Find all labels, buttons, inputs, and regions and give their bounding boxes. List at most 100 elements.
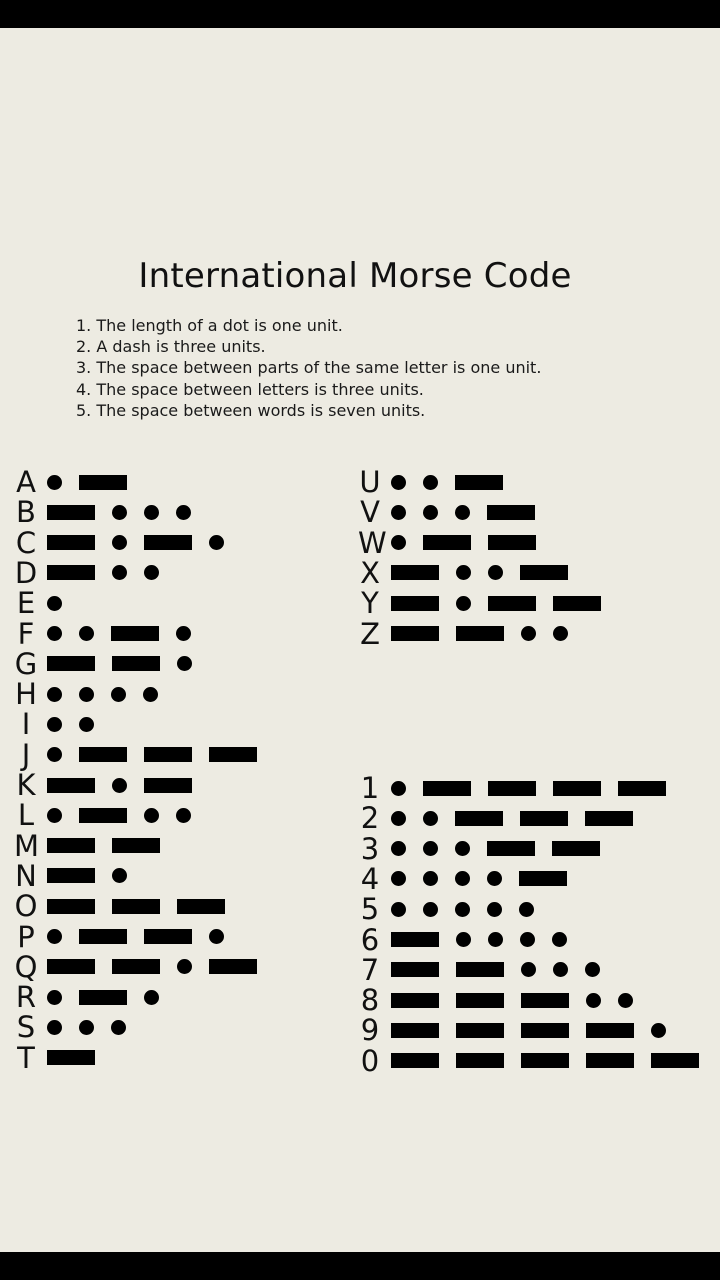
morse-symbols xyxy=(47,777,209,793)
number-row-4: 4 xyxy=(358,864,584,894)
morse-dash xyxy=(47,868,95,884)
number-label: 2 xyxy=(360,801,380,836)
morse-symbols xyxy=(391,780,683,796)
letter-label: A xyxy=(16,465,36,499)
morse-symbols xyxy=(47,716,111,732)
morse-dash xyxy=(455,474,503,490)
morse-dash xyxy=(456,626,504,641)
letter-row-n: N xyxy=(14,861,144,891)
morse-dot xyxy=(209,929,224,944)
morse-dash xyxy=(487,841,535,857)
letter-label: P xyxy=(17,919,35,954)
morse-dot xyxy=(488,932,503,947)
morse-dot xyxy=(455,871,470,887)
top-black-bar xyxy=(0,0,720,28)
number-label: 9 xyxy=(360,1013,380,1048)
morse-symbols xyxy=(47,747,274,763)
morse-dash xyxy=(209,747,257,763)
morse-dot xyxy=(112,504,127,520)
morse-dash xyxy=(79,989,127,1005)
morse-dash xyxy=(553,780,601,796)
letter-label: C xyxy=(15,525,37,560)
morse-dash xyxy=(47,504,95,520)
morse-dot xyxy=(651,1022,666,1038)
morse-dot xyxy=(519,901,534,917)
letter-row-a: A xyxy=(14,467,144,497)
morse-symbols xyxy=(47,989,176,1005)
number-label: 4 xyxy=(360,861,380,896)
morse-symbols xyxy=(391,992,650,1008)
morse-dash xyxy=(47,838,95,854)
letter-row-g: G xyxy=(14,649,209,679)
morse-dash xyxy=(79,474,127,490)
morse-dash xyxy=(488,535,536,551)
morse-symbols xyxy=(391,565,585,581)
rule-number: 2. xyxy=(76,337,92,357)
letter-label: E xyxy=(16,586,36,621)
morse-symbols xyxy=(47,929,241,944)
morse-dash xyxy=(47,959,95,975)
letter-label: S xyxy=(16,1010,36,1045)
morse-dot xyxy=(79,686,94,702)
morse-dash xyxy=(520,565,568,581)
letter-label: N xyxy=(15,858,37,893)
number-label: 1 xyxy=(360,771,380,805)
morse-dot xyxy=(79,716,94,732)
morse-dot xyxy=(423,504,438,520)
rule-item: 3. The space between parts of the same l… xyxy=(76,357,541,378)
rules-list: 1. The length of a dot is one unit. 2. A… xyxy=(76,315,541,421)
letter-label: D xyxy=(14,555,38,590)
rule-item: 4. The space between letters is three un… xyxy=(76,379,541,400)
letter-label: V xyxy=(360,495,380,530)
morse-dot xyxy=(112,868,127,884)
morse-dash xyxy=(520,810,568,826)
morse-dot xyxy=(487,901,502,917)
number-label: 0 xyxy=(360,1043,380,1078)
number-row-0: 0 xyxy=(358,1046,716,1076)
morse-dash xyxy=(521,1053,569,1069)
morse-dot xyxy=(391,504,406,520)
letter-row-q: Q xyxy=(14,952,274,982)
morse-dot xyxy=(391,901,406,917)
morse-dash xyxy=(79,747,127,763)
morse-dash xyxy=(144,777,192,793)
letter-row-i: I xyxy=(14,709,111,739)
letter-label: Q xyxy=(14,949,38,984)
morse-dash xyxy=(112,898,160,914)
morse-symbols xyxy=(47,1050,112,1066)
morse-symbols xyxy=(391,901,551,917)
morse-dash xyxy=(391,565,439,581)
morse-symbols xyxy=(47,535,241,551)
morse-dot xyxy=(585,962,600,978)
morse-dot xyxy=(47,929,62,944)
letter-row-b: B xyxy=(14,497,208,527)
rule-item: 5. The space between words is seven unit… xyxy=(76,400,541,421)
morse-chart-image[interactable]: International Morse Code 1. The length o… xyxy=(0,28,720,1252)
morse-dot xyxy=(423,474,438,490)
morse-dash xyxy=(391,962,439,978)
morse-dot xyxy=(423,810,438,826)
rule-text: The space between letters is three units… xyxy=(96,379,424,399)
morse-dot xyxy=(143,686,158,702)
morse-symbols xyxy=(47,686,175,702)
morse-dash xyxy=(391,1053,439,1069)
letter-label: Z xyxy=(360,616,380,651)
morse-symbols xyxy=(47,626,208,641)
morse-dash xyxy=(112,838,160,854)
morse-dash xyxy=(585,810,633,826)
morse-dot xyxy=(47,474,62,490)
morse-symbols xyxy=(391,1053,716,1069)
morse-dash xyxy=(455,810,503,826)
letter-row-t: T xyxy=(14,1043,112,1073)
letter-label: T xyxy=(17,1040,35,1075)
morse-symbols xyxy=(47,565,176,581)
morse-symbols xyxy=(47,656,209,672)
morse-dash xyxy=(521,1022,569,1038)
morse-dot xyxy=(455,841,470,857)
morse-dash xyxy=(47,898,95,914)
rule-text: A dash is three units. xyxy=(96,337,266,357)
morse-dot xyxy=(177,656,192,672)
letter-label: B xyxy=(16,495,36,530)
number-row-5: 5 xyxy=(358,894,551,924)
morse-symbols xyxy=(391,932,584,947)
